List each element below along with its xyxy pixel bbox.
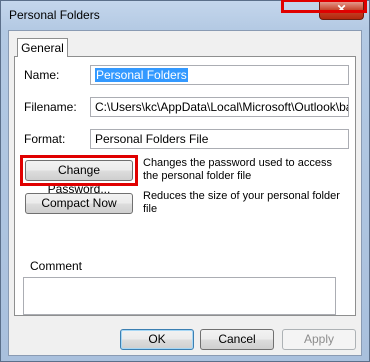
personal-folders-dialog: Personal Folders ✕ General Name: Persona… <box>0 0 370 362</box>
filename-label: Filename: <box>24 100 77 114</box>
compact-now-button[interactable]: Compact Now <box>25 193 133 214</box>
change-password-button[interactable]: Change Password... <box>25 160 133 196</box>
ok-button[interactable]: OK <box>120 329 194 350</box>
comment-textarea[interactable] <box>23 277 336 315</box>
comment-label: Comment <box>30 259 83 273</box>
compact-now-label: Compact Now <box>41 196 117 210</box>
change-password-label: Change Password... <box>47 163 111 196</box>
compact-now-description: Reduces the size of your personal folder… <box>143 190 340 215</box>
tab-general[interactable]: General <box>17 38 68 57</box>
window-title: Personal Folders <box>9 8 100 22</box>
name-field-value: Personal Folders <box>95 68 188 82</box>
change-password-description: Changes the password used to access the … <box>143 157 332 182</box>
filename-field-value: C:\Users\kc\AppData\Local\Microsoft\Outl… <box>95 100 348 114</box>
title-bar[interactable]: Personal Folders ✕ <box>1 0 369 29</box>
cancel-label: Cancel <box>218 332 256 346</box>
name-label: Name: <box>24 68 60 82</box>
apply-label: Apply <box>303 332 335 346</box>
close-icon: ✕ <box>336 2 347 16</box>
format-field-value: Personal Folders File <box>95 132 209 146</box>
tab-general-label: General <box>21 41 64 55</box>
close-button[interactable]: ✕ <box>319 1 364 20</box>
cancel-button[interactable]: Cancel <box>200 329 274 350</box>
ok-label: OK <box>148 332 166 346</box>
dialog-body: General Name: Personal Folders Filename:… <box>8 30 362 356</box>
apply-button[interactable]: Apply <box>282 329 356 350</box>
format-label: Format: <box>24 132 66 146</box>
name-field[interactable]: Personal Folders <box>90 65 349 85</box>
format-field: Personal Folders File <box>90 129 349 149</box>
filename-field[interactable]: C:\Users\kc\AppData\Local\Microsoft\Outl… <box>90 97 349 117</box>
